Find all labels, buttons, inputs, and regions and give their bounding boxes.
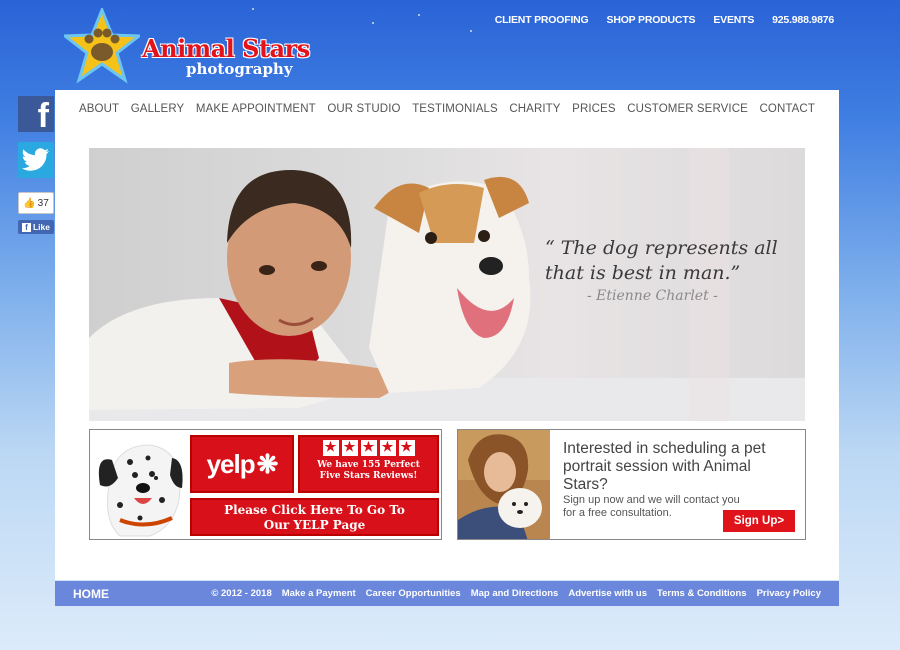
star-icon: ★: [360, 440, 377, 456]
yelp-reviews-box: ★ ★ ★ ★ ★ We have 155 Perfect Five Stars…: [298, 435, 439, 493]
footer-privacy-link[interactable]: Privacy Policy: [757, 588, 821, 599]
nav-our-studio[interactable]: OUR STUDIO: [327, 103, 400, 115]
yelp-logo-text: yelp: [206, 448, 256, 479]
yelp-reviews-line2: Five Stars Reviews!: [319, 471, 418, 481]
hero-banner: “ The dog represents all that is best in…: [89, 148, 805, 421]
main-nav: ABOUT GALLERY MAKE APPOINTMENT OUR STUDI…: [55, 90, 839, 128]
hero-quote-author: - Etienne Charlet -: [587, 288, 718, 304]
top-links: CLIENT PROOFING SHOP PRODUCTS EVENTS 925…: [495, 14, 835, 26]
star-icon: ★: [398, 440, 415, 456]
twitter-bird-icon: [22, 148, 49, 171]
woman-with-dog-photo: [458, 430, 550, 539]
five-star-rating: ★ ★ ★ ★ ★: [300, 440, 437, 456]
footer-advertise-link[interactable]: Advertise with us: [568, 588, 647, 599]
background-star: [418, 14, 420, 16]
background-star: [470, 30, 472, 32]
logo-title: Animal Stars: [142, 34, 310, 63]
hero-quote-line2: that is best in man.”: [545, 262, 741, 284]
like-count-value: 37: [37, 197, 49, 209]
star-icon: ★: [341, 440, 358, 456]
yelp-page-button[interactable]: Please Click Here To Go To Our YELP Page: [190, 498, 439, 536]
footer-home-link[interactable]: HOME: [73, 587, 109, 601]
nav-prices[interactable]: PRICES: [572, 103, 615, 115]
thumbs-up-icon: 👍: [23, 197, 36, 209]
nav-contact[interactable]: CONTACT: [760, 103, 815, 115]
yelp-logo: yelp ❋: [190, 435, 294, 493]
signup-button[interactable]: Sign Up>: [723, 510, 795, 532]
star-icon: ★: [379, 440, 396, 456]
twitter-icon[interactable]: [18, 142, 54, 178]
background-star: [372, 22, 374, 24]
star-paw-icon: [64, 8, 140, 84]
yelp-banner[interactable]: yelp ❋ ★ ★ ★ ★ ★ We have 155 Perfect Fiv…: [89, 429, 442, 540]
events-link[interactable]: EVENTS: [713, 14, 754, 26]
yelp-reviews-line1: We have 155 Perfect: [317, 460, 420, 470]
nav-gallery[interactable]: GALLERY: [131, 103, 185, 115]
footer-make-payment-link[interactable]: Make a Payment: [282, 588, 356, 599]
footer-bar: HOME © 2012 - 2018 Make a Payment Career…: [55, 581, 839, 606]
footer-links: © 2012 - 2018 Make a Payment Career Oppo…: [211, 588, 821, 599]
footer-terms-link[interactable]: Terms & Conditions: [657, 588, 747, 599]
nav-customer-service[interactable]: CUSTOMER SERVICE: [627, 103, 748, 115]
signup-heading: Interested in scheduling a pet portrait …: [563, 440, 766, 493]
site-logo[interactable]: Animal Stars photography: [64, 8, 334, 84]
nav-charity[interactable]: CHARITY: [509, 103, 560, 115]
nav-make-appointment[interactable]: MAKE APPOINTMENT: [196, 103, 316, 115]
nav-testimonials[interactable]: TESTIMONIALS: [412, 103, 498, 115]
like-label: Like: [32, 222, 50, 232]
hero-quote: “ The dog represents all that is best in…: [545, 236, 778, 286]
hero-quote-line1: “ The dog represents all: [545, 237, 778, 259]
facebook-like-button[interactable]: f Like: [18, 220, 54, 234]
footer-copyright: © 2012 - 2018: [211, 588, 272, 599]
phone-number-link[interactable]: 925.988.9876: [772, 14, 834, 26]
footer-map-directions-link[interactable]: Map and Directions: [471, 588, 559, 599]
shop-products-link[interactable]: SHOP PRODUCTS: [607, 14, 696, 26]
logo-subtitle: photography: [186, 60, 293, 78]
like-count: 👍 37: [18, 192, 54, 214]
signup-body-text: Sign up now and we will contact you for …: [563, 494, 740, 519]
yelp-cta-line1: Please Click Here To Go To: [224, 503, 405, 517]
yelp-burst-icon: ❋: [256, 448, 279, 479]
facebook-small-icon: f: [21, 222, 31, 232]
signup-banner: Interested in scheduling a pet portrait …: [457, 429, 806, 540]
client-proofing-link[interactable]: CLIENT PROOFING: [495, 14, 589, 26]
dalmatian-photo: [90, 430, 186, 539]
yelp-cta-line2: Our YELP Page: [263, 518, 366, 532]
nav-about[interactable]: ABOUT: [79, 103, 119, 115]
footer-career-link[interactable]: Career Opportunities: [366, 588, 461, 599]
social-sidebar: f 👍 37 f Like: [18, 96, 54, 234]
facebook-icon[interactable]: f: [18, 96, 54, 135]
star-icon: ★: [322, 440, 339, 456]
main-content: ABOUT GALLERY MAKE APPOINTMENT OUR STUDI…: [55, 90, 839, 580]
facebook-glyph: f: [37, 97, 49, 135]
